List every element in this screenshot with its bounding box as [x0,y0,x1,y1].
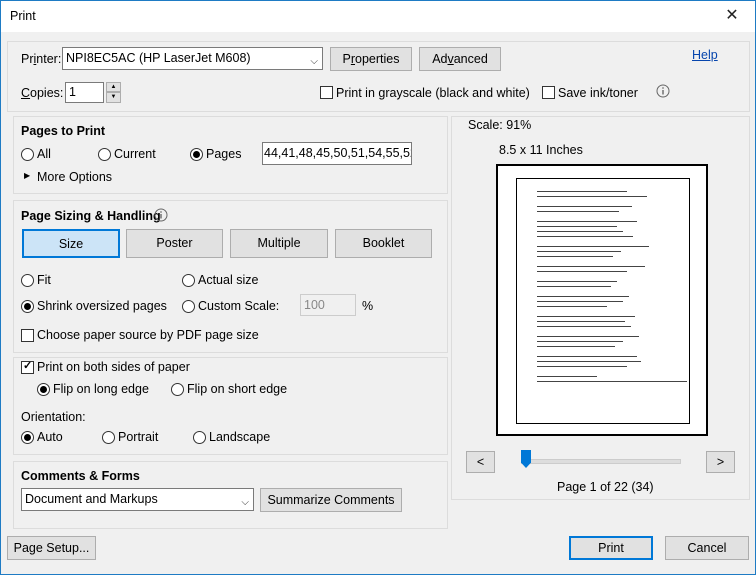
tab-booklet[interactable]: Booklet [335,229,432,258]
next-page-button[interactable]: > [706,451,735,473]
flip-short-label: Flip on short edge [187,382,288,396]
page-preview [496,164,708,436]
copies-stepper-down[interactable]: ▼ [106,92,121,103]
all-label: All [37,147,51,161]
help-link[interactable]: Help [692,48,718,62]
tab-multiple[interactable]: Multiple [230,229,328,258]
print-dialog: Print ✕ Printer: NPI8EC5AC (HP LaserJet … [0,0,756,575]
chevron-down-icon: ⌵ [241,497,249,508]
both-sides-checkbox[interactable] [21,359,34,374]
fit-radio[interactable] [21,274,34,287]
auto-label: Auto [37,430,63,444]
more-options-toggle[interactable]: More Options [37,170,112,184]
info-circle-icon[interactable] [154,208,168,222]
save-ink-checkbox[interactable] [542,86,555,99]
grayscale-label: Print in grayscale (black and white) [336,86,530,100]
flip-long-radio[interactable] [37,383,50,396]
comments-select[interactable]: Document and Markups ⌵ [21,488,254,511]
flip-short-radio[interactable] [171,383,184,396]
printer-label: Printer: [21,52,62,66]
comments-header: Comments & Forms [21,469,140,483]
tab-size[interactable]: Size [22,229,120,258]
current-label: Current [114,147,156,161]
auto-radio[interactable] [21,431,34,444]
page-info: Page 1 of 22 (34) [557,480,654,494]
save-ink-label: Save ink/toner [558,86,638,100]
portrait-label: Portrait [118,430,159,444]
custom-scale-label: Custom Scale: [198,299,280,313]
summarize-comments-button[interactable]: Summarize Comments [260,488,402,512]
cancel-button[interactable]: Cancel [665,536,749,560]
flip-long-label: Flip on long edge [53,382,149,396]
print-button[interactable]: Print [569,536,653,560]
advanced-button[interactable]: Advanced [419,47,501,71]
paper-size-readout: 8.5 x 11 Inches [499,143,583,157]
scale-readout: Scale: 91% [468,118,532,132]
properties-button[interactable]: Properties [330,47,412,71]
paper-source-checkbox[interactable] [21,329,34,342]
copies-input[interactable]: 1 [65,82,104,103]
window-title: Print [10,9,36,23]
shrink-radio[interactable] [21,300,34,313]
title-bar: Print ✕ [1,1,755,32]
all-radio[interactable] [21,148,34,161]
shrink-label: Shrink oversized pages [37,299,167,313]
pages-radio[interactable] [190,148,203,161]
copies-label: Copies: [21,86,64,100]
portrait-radio[interactable] [102,431,115,444]
info-circle-icon[interactable] [656,84,670,98]
actual-size-radio[interactable] [182,274,195,287]
paper-source-label: Choose paper source by PDF page size [37,328,259,342]
custom-scale-radio[interactable] [182,300,195,313]
prev-page-button[interactable]: < [466,451,495,473]
page-setup-button[interactable]: Page Setup... [7,536,96,560]
landscape-radio[interactable] [193,431,206,444]
close-icon[interactable]: ✕ [709,1,755,32]
percent-label: % [362,299,374,313]
actual-size-label: Actual size [198,273,259,287]
tab-poster[interactable]: Poster [126,229,223,258]
orientation-label: Orientation: [21,410,86,424]
grayscale-checkbox[interactable] [320,86,333,99]
page-slider-track[interactable] [521,459,681,464]
chevron-down-icon: ⌵ [310,56,318,67]
pages-range-input[interactable]: 44,41,48,45,50,51,54,55,52,49 [262,142,412,165]
copies-stepper-up[interactable]: ▲ [106,82,121,92]
custom-scale-input[interactable]: 100 [300,294,356,316]
triangle-right-icon[interactable]: ▶ [24,171,30,180]
pages-header: Pages to Print [21,124,106,138]
page-content-area [516,178,690,424]
landscape-label: Landscape [209,430,271,444]
both-sides-label: Print on both sides of paper [37,360,190,374]
fit-label: Fit [37,273,51,287]
printer-select[interactable]: NPI8EC5AC (HP LaserJet M608) ⌵ [62,47,323,70]
current-radio[interactable] [98,148,111,161]
sizing-header: Page Sizing & Handling [21,209,161,223]
pages-label: Pages [206,147,242,161]
